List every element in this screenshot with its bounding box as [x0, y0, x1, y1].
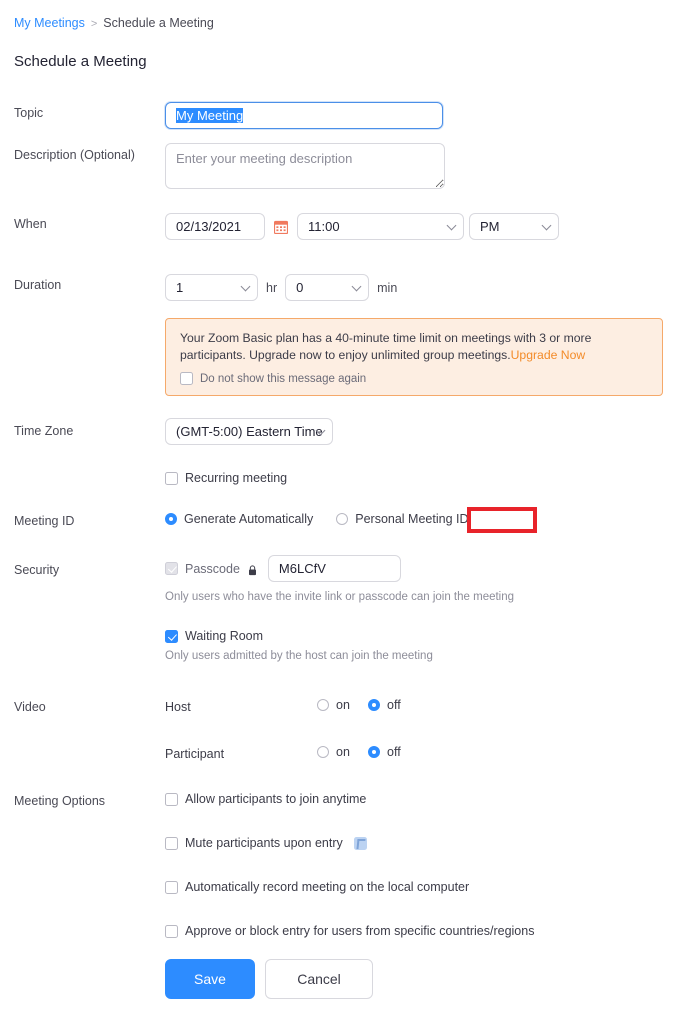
time-zone-select[interactable]: (GMT-5:00) Eastern Time: [165, 418, 333, 445]
time-select-value: 11:00: [308, 219, 340, 234]
cancel-button[interactable]: Cancel: [265, 959, 373, 999]
recurring-meeting-label: Recurring meeting: [185, 471, 288, 485]
passcode-checkbox[interactable]: [165, 562, 178, 575]
page-title: Schedule a Meeting: [14, 53, 147, 70]
meeting-id-generate-radio[interactable]: [165, 513, 177, 525]
description-label: Description (Optional): [14, 148, 135, 162]
breadcrumb-current: Schedule a Meeting: [103, 16, 214, 30]
video-participant-name: Participant: [165, 747, 225, 761]
calendar-icon[interactable]: [273, 220, 289, 234]
video-participant-off-radio[interactable]: [368, 746, 380, 758]
video-label: Video: [14, 700, 46, 714]
country-block-label: Approve or block entry for users from sp…: [185, 924, 535, 938]
security-label: Security: [14, 563, 60, 577]
meeting-options-label: Meeting Options: [14, 794, 106, 808]
duration-hours-select[interactable]: 1: [165, 274, 258, 301]
waiting-room-hint: Only users admitted by the host can join…: [165, 650, 433, 662]
meridiem-select[interactable]: PM: [469, 213, 559, 240]
redaction-box: [467, 507, 537, 533]
video-participant-off-label: off: [387, 745, 401, 759]
video-host-on-label: on: [336, 698, 350, 712]
waiting-room-label: Waiting Room: [185, 629, 264, 643]
video-host-off-radio[interactable]: [368, 699, 380, 711]
video-host-off-label: off: [387, 698, 401, 712]
duration-minutes-select[interactable]: 0: [285, 274, 370, 301]
passcode-label: Passcode: [185, 561, 240, 576]
waiting-room-checkbox[interactable]: [165, 629, 178, 643]
meeting-id-label: Meeting ID: [14, 514, 75, 528]
mute-on-entry-label: Mute participants upon entry: [185, 836, 343, 850]
plan-limit-notice: Your Zoom Basic plan has a 40-minute tim…: [165, 318, 663, 396]
notice-line-2: Upgrade now to enjoy unlimited group mee…: [249, 348, 511, 362]
passcode-input[interactable]: [267, 555, 401, 582]
dismiss-notice-checkbox[interactable]: [180, 372, 193, 385]
description-textarea[interactable]: [165, 143, 445, 189]
upgrade-now-link[interactable]: Upgrade Now: [511, 348, 586, 362]
mute-on-entry-checkbox[interactable]: [165, 836, 178, 850]
meeting-option-item[interactable]: Mute participants upon entry: [165, 836, 534, 850]
date-input[interactable]: [165, 213, 265, 240]
duration-minutes-unit: min: [377, 280, 398, 295]
auto-record-label: Automatically record meeting on the loca…: [185, 880, 470, 894]
meeting-option-item[interactable]: Approve or block entry for users from sp…: [165, 924, 534, 938]
when-label: When: [14, 217, 47, 231]
dismiss-notice-row[interactable]: Do not show this message again: [180, 372, 648, 385]
video-participant-off-option[interactable]: off: [368, 745, 401, 759]
video-host-on-radio[interactable]: [317, 699, 329, 711]
topic-input[interactable]: [165, 102, 443, 129]
waiting-room-toggle[interactable]: Waiting Room: [165, 629, 514, 643]
video-host-off-option[interactable]: off: [368, 698, 401, 712]
time-zone-label: Time Zone: [14, 424, 74, 438]
dismiss-notice-label: Do not show this message again: [200, 372, 367, 385]
recurring-meeting-checkbox[interactable]: [165, 471, 178, 485]
meeting-id-personal-radio[interactable]: [336, 513, 349, 525]
meeting-id-generate-label: Generate Automatically: [184, 512, 314, 526]
schedule-meeting-page: My Meetings > Schedule a Meeting Schedule …: [0, 0, 674, 1024]
time-zone-value: (GMT-5:00) Eastern Time: [176, 424, 323, 439]
notice-message: Your Zoom Basic plan has a 40-minute tim…: [180, 330, 648, 364]
passcode-row: Passcode: [165, 555, 514, 582]
join-anytime-checkbox[interactable]: [165, 792, 178, 806]
join-anytime-label: Allow participants to join anytime: [185, 792, 367, 806]
breadcrumb: My Meetings > Schedule a Meeting: [14, 15, 214, 32]
video-host-on-option[interactable]: on: [317, 698, 350, 712]
topic-label: Topic: [14, 106, 44, 120]
passcode-hint: Only users who have the invite link or p…: [165, 591, 515, 603]
meeting-option-item[interactable]: Allow participants to join anytime: [165, 792, 534, 806]
duration-hours-unit: hr: [266, 280, 278, 295]
video-participant-on-label: on: [336, 745, 350, 759]
recurring-meeting-toggle[interactable]: Recurring meeting: [165, 471, 287, 485]
time-select[interactable]: 11:00: [297, 213, 464, 240]
save-button[interactable]: Save: [165, 959, 255, 999]
info-badge-icon: [353, 836, 367, 850]
country-block-checkbox[interactable]: [165, 924, 178, 938]
duration-label: Duration: [14, 278, 62, 292]
video-participant-on-radio[interactable]: [317, 746, 329, 758]
video-host-name: Host: [165, 700, 191, 714]
video-participant-on-option[interactable]: on: [317, 745, 350, 759]
breadcrumb-my-meetings-link[interactable]: My Meetings: [14, 16, 85, 30]
meeting-id-generate-option[interactable]: Generate Automatically: [165, 512, 313, 526]
lock-icon: [248, 563, 257, 576]
auto-record-checkbox[interactable]: [165, 880, 178, 894]
breadcrumb-separator: >: [90, 18, 98, 30]
meeting-option-item[interactable]: Automatically record meeting on the loca…: [165, 880, 534, 894]
